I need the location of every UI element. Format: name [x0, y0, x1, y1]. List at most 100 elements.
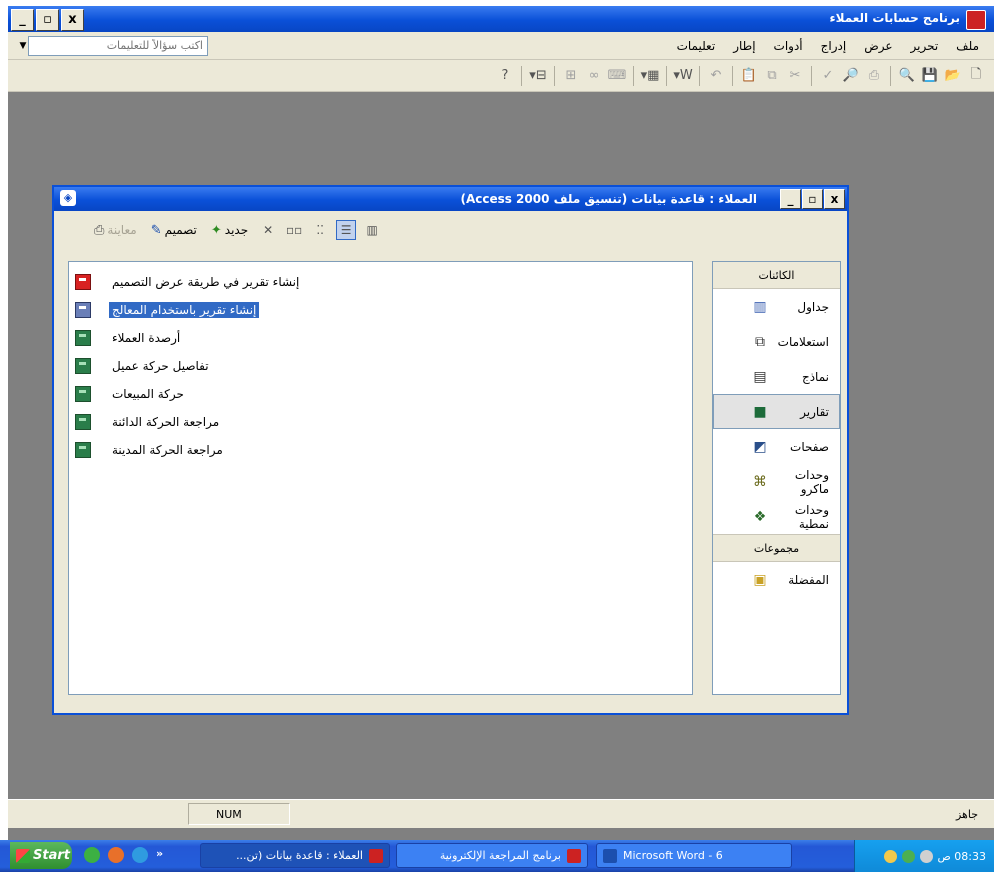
app-titlebar[interactable]: برنامج حسابات العملاء _ ▫ x — [8, 6, 994, 32]
task-review-program[interactable]: برنامج المراجعة الإلكترونية — [396, 843, 588, 868]
delete-icon[interactable]: ✕ — [258, 220, 278, 240]
new-button[interactable]: ✦ جديد — [207, 221, 252, 240]
internet-explorer-icon[interactable] — [132, 847, 148, 863]
db-toolbar: ⎙ معاينة ✎ تصميم ✦ جديد ✕ ▫▫ ⁚⁚ ☰ ▥ — [54, 213, 847, 247]
list-item[interactable]: أرصدة العملاء — [69, 324, 692, 352]
ask-question-box: ▼ — [18, 35, 208, 56]
messenger-tray-icon[interactable] — [883, 849, 897, 863]
objtype-forms[interactable]: نماذج ▤ — [713, 359, 840, 394]
copy-icon[interactable]: ⧉ — [762, 66, 782, 86]
objtype-macros[interactable]: وحدات ماكرو ⌘ — [713, 464, 840, 499]
design-icon: ✎ — [150, 222, 162, 238]
objtype-pages[interactable]: صفحات ◩ — [713, 429, 840, 464]
new-object-icon[interactable]: ⊟▾ — [528, 66, 548, 86]
search-icon[interactable]: 🔍 — [897, 66, 917, 86]
maximize-button[interactable]: ▫ — [36, 9, 59, 31]
print-preview-icon[interactable]: 🔎 — [841, 66, 861, 86]
objects-group-header[interactable]: الكائنات — [713, 262, 840, 289]
db-minimize-button[interactable]: _ — [780, 189, 801, 209]
minimize-button[interactable]: _ — [11, 9, 34, 31]
relationships-icon[interactable]: ⊞ — [561, 66, 581, 86]
menu-view[interactable]: عرض — [855, 39, 901, 53]
wizard-design-icon — [75, 274, 91, 290]
objtype-modules[interactable]: وحدات نمطية ❖ — [713, 499, 840, 534]
browser-icon[interactable] — [108, 847, 124, 863]
menu-tools[interactable]: أدوات — [765, 39, 812, 53]
new-icon[interactable]: 🗋 — [966, 66, 986, 86]
menu-edit[interactable]: تحرير — [902, 39, 948, 53]
db-maximize-button[interactable]: ▫ — [802, 189, 823, 209]
task-word[interactable]: Microsoft Word - 6 — [596, 843, 792, 868]
paste-icon[interactable]: 📋 — [739, 66, 759, 86]
task-label: Microsoft Word - 6 — [623, 849, 723, 862]
menu-window[interactable]: إطار — [724, 39, 764, 53]
preview-button[interactable]: ⎙ معاينة — [90, 221, 141, 240]
page-icon: ◩ — [753, 438, 767, 455]
form-icon: ▤ — [753, 368, 767, 385]
list-item[interactable]: إنشاء تقرير باستخدام المعالج — [69, 296, 692, 324]
list-view-icon[interactable]: ☰ — [336, 220, 357, 240]
help-icon[interactable]: ? — [495, 66, 515, 86]
open-icon[interactable]: 📂 — [943, 66, 963, 86]
list-item[interactable]: حركة المبيعات — [69, 380, 692, 408]
objtype-label: جداول — [797, 299, 829, 314]
toolbar-separator — [890, 65, 891, 86]
chevron-down-icon[interactable]: ▼ — [18, 41, 28, 51]
cut-icon[interactable]: ✂ — [785, 66, 805, 86]
menu-file[interactable]: ملف — [947, 39, 988, 53]
db-titlebar[interactable]: x ▫ _ العملاء : قاعدة بيانات (تنسيق ملف … — [54, 187, 847, 211]
large-icons-view-icon[interactable]: ▫▫ — [284, 220, 304, 240]
db-close-button[interactable]: x — [824, 189, 845, 209]
favorites-group[interactable]: المفضلة ▣ — [713, 562, 840, 597]
save-icon[interactable]: 💾 — [920, 66, 940, 86]
objtype-reports[interactable]: تقارير ■ — [713, 394, 840, 429]
list-item-label: إنشاء تقرير باستخدام المعالج — [107, 301, 261, 319]
design-button[interactable]: ✎ تصميم — [147, 221, 201, 240]
list-item[interactable]: مراجعة الحركة الدائنة — [69, 408, 692, 436]
report-icon — [75, 386, 91, 402]
code-icon[interactable]: ⌨ — [607, 66, 627, 86]
messenger-icon[interactable] — [84, 847, 100, 863]
task-label: العملاء : قاعدة بيانات (تن... — [236, 849, 363, 862]
ask-question-input[interactable] — [28, 35, 208, 56]
quick-launch: » — [84, 847, 163, 863]
list-item[interactable]: تفاصيل حركة عميل — [69, 352, 692, 380]
objtype-queries[interactable]: استعلامات ⧉ — [713, 324, 840, 359]
access-task-icon — [567, 848, 581, 863]
menu-help[interactable]: تعليمات — [668, 39, 725, 53]
properties-icon[interactable]: ∞ — [584, 66, 604, 86]
analyze-icon[interactable]: ▦▾ — [640, 66, 660, 86]
objtype-label: استعلامات — [777, 334, 829, 349]
database-icon[interactable]: ◈ — [60, 190, 76, 206]
table-icon: ▥ — [753, 298, 767, 315]
list-item-label: مراجعة الحركة الدائنة — [112, 415, 220, 429]
macro-icon: ⌘ — [753, 473, 767, 490]
network-tray-icon[interactable] — [901, 849, 915, 863]
menu-bar: ملف تحرير عرض إدراج أدوات إطار تعليمات ▼ — [8, 32, 994, 60]
favorites-label: المفضلة — [788, 572, 829, 587]
close-button[interactable]: x — [61, 9, 84, 31]
objtype-tables[interactable]: جداول ▥ — [713, 289, 840, 324]
groups-header[interactable]: مجموعات — [713, 534, 840, 562]
objtype-label: وحدات ماكرو — [794, 467, 829, 496]
chevron-more-icon[interactable]: » — [156, 847, 163, 863]
task-access-db[interactable]: العملاء : قاعدة بيانات (تن... — [200, 843, 390, 868]
security-tray-icon[interactable] — [919, 849, 933, 863]
toolbar-separator — [633, 65, 634, 86]
details-view-icon[interactable]: ▥ — [362, 220, 382, 240]
small-icons-view-icon[interactable]: ⁚⁚ — [310, 220, 330, 240]
list-item[interactable]: إنشاء تقرير في طريقة عرض التصميم — [69, 268, 692, 296]
access-app-icon[interactable] — [966, 10, 986, 30]
menu-insert[interactable]: إدراج — [812, 39, 856, 53]
list-item[interactable]: مراجعة الحركة المدينة — [69, 436, 692, 464]
spelling-icon[interactable]: ✓ — [818, 66, 838, 86]
office-links-icon[interactable]: W▾ — [673, 66, 693, 86]
report-icon: ■ — [753, 403, 767, 420]
objtype-label: تقارير — [800, 404, 829, 419]
undo-icon[interactable]: ↶ — [706, 66, 726, 86]
start-button[interactable]: Start — [10, 842, 72, 869]
app-title: برنامج حسابات العملاء — [829, 11, 960, 25]
clock[interactable]: 08:33 ص — [938, 850, 987, 863]
toolbar-separator — [666, 65, 667, 86]
print-icon[interactable]: ⎙ — [864, 66, 884, 86]
